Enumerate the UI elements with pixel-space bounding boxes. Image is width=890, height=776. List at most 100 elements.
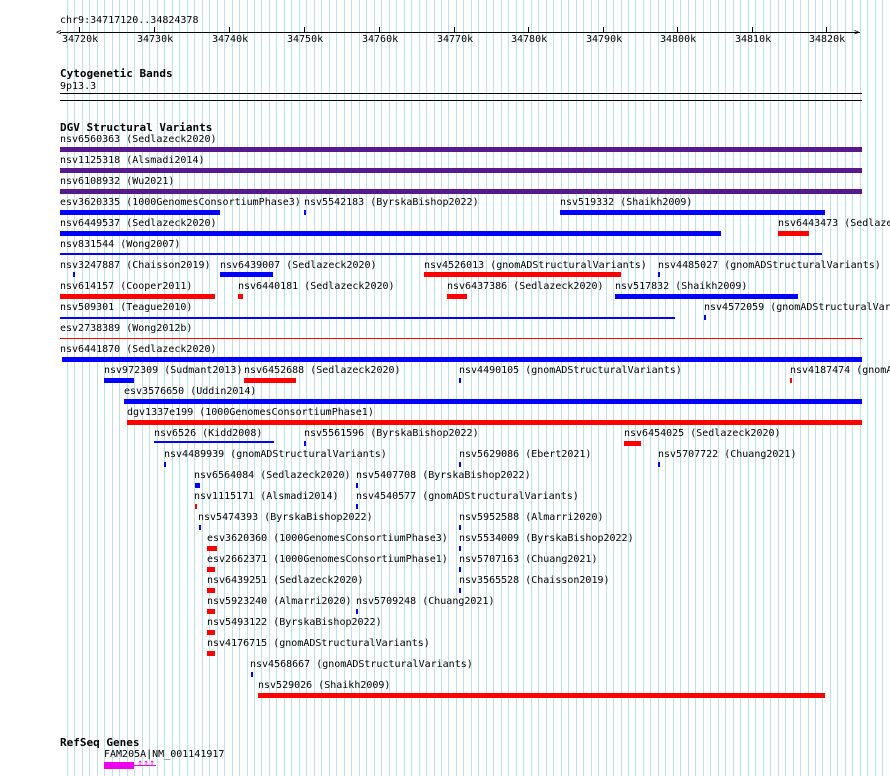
feature-label-nsv519332[interactable]: nsv519332 (Shaikh2009) bbox=[560, 197, 692, 208]
feature-bar-nsv4176715[interactable] bbox=[207, 651, 215, 656]
feature-label-nsv972309[interactable]: nsv972309 (Sudmant2013) bbox=[104, 365, 242, 376]
feature-label-nsv6449537[interactable]: nsv6449537 (Sedlazeck2020) bbox=[60, 218, 217, 229]
gene-label[interactable]: FAM205A|NM_001141917 bbox=[104, 749, 224, 760]
feature-label-nsv5474393[interactable]: nsv5474393 (ByrskaBishop2022) bbox=[198, 512, 373, 523]
feature-bar-nsv5407708[interactable] bbox=[356, 483, 358, 488]
feature-label-nsv6526[interactable]: nsv6526 (Kidd2008) bbox=[154, 428, 262, 439]
feature-bar-nsv5474393[interactable] bbox=[199, 525, 201, 530]
feature-label-nsv529026[interactable]: nsv529026 (Shaikh2009) bbox=[258, 680, 390, 691]
feature-bar-nsv5709248[interactable] bbox=[356, 609, 358, 614]
feature-bar-nsv3247887[interactable] bbox=[73, 272, 75, 277]
feature-bar-nsv6108932[interactable] bbox=[60, 189, 862, 194]
feature-label-nsv4489939[interactable]: nsv4489939 (gnomADStructuralVariants) bbox=[164, 449, 387, 460]
feature-bar-nsv529026[interactable] bbox=[258, 693, 825, 698]
feature-bar-nsv6443473[interactable] bbox=[778, 231, 809, 236]
feature-label-nsv6443473[interactable]: nsv6443473 (Sedlazeck2020) bbox=[778, 218, 890, 229]
feature-bar-esv3576650[interactable] bbox=[124, 399, 862, 404]
feature-label-nsv5561596[interactable]: nsv5561596 (ByrskaBishop2022) bbox=[304, 428, 479, 439]
feature-label-nsv5709248[interactable]: nsv5709248 (Chuang2021) bbox=[356, 596, 494, 607]
feature-label-esv2662371[interactable]: esv2662371 (1000GenomesConsortiumPhase1) bbox=[207, 554, 448, 565]
feature-bar-nsv6449537[interactable] bbox=[60, 231, 721, 236]
feature-bar-nsv5952588[interactable] bbox=[459, 525, 461, 530]
feature-label-nsv6441870[interactable]: nsv6441870 (Sedlazeck2020) bbox=[60, 344, 217, 355]
feature-bar-nsv6564084[interactable] bbox=[195, 483, 200, 488]
feature-label-nsv5407708[interactable]: nsv5407708 (ByrskaBishop2022) bbox=[356, 470, 531, 481]
feature-label-nsv6108932[interactable]: nsv6108932 (Wu2021) bbox=[60, 176, 174, 187]
feature-label-nsv5629086[interactable]: nsv5629086 (Ebert2021) bbox=[459, 449, 591, 460]
feature-label-nsv4176715[interactable]: nsv4176715 (gnomADStructuralVariants) bbox=[207, 638, 430, 649]
feature-bar-nsv509301[interactable] bbox=[60, 317, 675, 319]
feature-label-esv3620335[interactable]: esv3620335 (1000GenomesConsortiumPhase3) bbox=[60, 197, 301, 208]
feature-label-nsv4568667[interactable]: nsv4568667 (gnomADStructuralVariants) bbox=[250, 659, 473, 670]
feature-bar-nsv519332[interactable] bbox=[560, 210, 825, 215]
feature-label-nsv1115171[interactable]: nsv1115171 (Alsmadi2014) bbox=[194, 491, 339, 502]
feature-bar-nsv1115171[interactable] bbox=[195, 504, 197, 509]
feature-bar-nsv4489939[interactable] bbox=[164, 462, 166, 467]
feature-bar-nsv4187474[interactable] bbox=[790, 378, 792, 383]
feature-label-nsv6439251[interactable]: nsv6439251 (Sedlazeck2020) bbox=[207, 575, 364, 586]
feature-bar-nsv6560363[interactable] bbox=[60, 147, 862, 152]
feature-bar-nsv6440181[interactable] bbox=[238, 294, 243, 299]
ruler-right-arrow[interactable]: > bbox=[854, 28, 859, 39]
feature-label-nsv6452688[interactable]: nsv6452688 (Sedlazeck2020) bbox=[244, 365, 401, 376]
feature-bar-nsv5493122[interactable] bbox=[207, 630, 215, 635]
feature-bar-nsv5561596[interactable] bbox=[304, 441, 306, 446]
feature-label-nsv614157[interactable]: nsv614157 (Cooper2011) bbox=[60, 281, 192, 292]
feature-bar-nsv6526[interactable] bbox=[154, 441, 274, 443]
feature-label-nsv6437386[interactable]: nsv6437386 (Sedlazeck2020) bbox=[447, 281, 604, 292]
feature-bar-nsv3565528[interactable] bbox=[459, 588, 461, 593]
feature-bar-nsv831544[interactable] bbox=[60, 253, 822, 255]
feature-label-nsv6564084[interactable]: nsv6564084 (Sedlazeck2020) bbox=[194, 470, 351, 481]
feature-bar-nsv972309[interactable] bbox=[104, 378, 134, 383]
gene-exon[interactable] bbox=[104, 762, 134, 769]
feature-label-nsv4485027[interactable]: nsv4485027 (gnomADStructuralVariants) bbox=[658, 260, 881, 271]
feature-label-nsv4540577[interactable]: nsv4540577 (gnomADStructuralVariants) bbox=[356, 491, 579, 502]
feature-label-nsv517832[interactable]: nsv517832 (Shaikh2009) bbox=[615, 281, 747, 292]
ruler-left-arrow[interactable]: < bbox=[56, 28, 61, 39]
feature-label-nsv4187474[interactable]: nsv4187474 (gnomADStructuralVariants) bbox=[790, 365, 890, 376]
feature-label-nsv5534009[interactable]: nsv5534009 (ByrskaBishop2022) bbox=[459, 533, 634, 544]
feature-bar-nsv4568667[interactable] bbox=[251, 672, 253, 677]
feature-label-nsv4572059[interactable]: nsv4572059 (gnomADStructuralVariants) bbox=[704, 302, 890, 313]
feature-bar-nsv6452688[interactable] bbox=[244, 378, 296, 383]
feature-bar-esv2738389[interactable] bbox=[60, 338, 862, 339]
feature-bar-nsv1125318[interactable] bbox=[60, 168, 862, 173]
feature-label-dgv1337e199[interactable]: dgv1337e199 (1000GenomesConsortiumPhase1… bbox=[127, 407, 374, 418]
feature-label-nsv3247887[interactable]: nsv3247887 (Chaisson2019) bbox=[60, 260, 211, 271]
feature-label-nsv5923240[interactable]: nsv5923240 (Almarri2020) bbox=[207, 596, 352, 607]
feature-bar-nsv5707163[interactable] bbox=[459, 567, 461, 572]
feature-bar-nsv6439007[interactable] bbox=[220, 272, 273, 277]
feature-bar-esv3620335[interactable] bbox=[60, 210, 220, 215]
feature-label-esv3576650[interactable]: esv3576650 (Uddin2014) bbox=[124, 386, 256, 397]
feature-label-esv3620360[interactable]: esv3620360 (1000GenomesConsortiumPhase3) bbox=[207, 533, 448, 544]
feature-label-esv2738389[interactable]: esv2738389 (Wong2012b) bbox=[60, 323, 192, 334]
feature-bar-nsv6439251[interactable] bbox=[207, 588, 215, 593]
feature-bar-nsv5629086[interactable] bbox=[459, 462, 461, 467]
feature-label-nsv509301[interactable]: nsv509301 (Teague2010) bbox=[60, 302, 192, 313]
feature-label-nsv4490105[interactable]: nsv4490105 (gnomADStructuralVariants) bbox=[459, 365, 682, 376]
feature-label-nsv5952588[interactable]: nsv5952588 (Almarri2020) bbox=[459, 512, 604, 523]
feature-bar-nsv6441870[interactable] bbox=[62, 357, 862, 362]
feature-bar-nsv614157[interactable] bbox=[60, 294, 215, 299]
feature-bar-nsv4526013[interactable] bbox=[424, 272, 621, 277]
feature-label-nsv6454025[interactable]: nsv6454025 (Sedlazeck2020) bbox=[624, 428, 781, 439]
feature-label-nsv1125318[interactable]: nsv1125318 (Alsmadi2014) bbox=[60, 155, 205, 166]
feature-bar-dgv1337e199[interactable] bbox=[127, 420, 862, 425]
feature-bar-nsv6437386[interactable] bbox=[447, 294, 467, 299]
feature-bar-nsv6454025[interactable] bbox=[624, 441, 641, 446]
feature-bar-nsv5542183[interactable] bbox=[304, 210, 306, 215]
feature-bar-nsv4572059[interactable] bbox=[704, 315, 706, 320]
feature-label-nsv831544[interactable]: nsv831544 (Wong2007) bbox=[60, 239, 180, 250]
feature-label-nsv5493122[interactable]: nsv5493122 (ByrskaBishop2022) bbox=[207, 617, 382, 628]
feature-label-nsv6560363[interactable]: nsv6560363 (Sedlazeck2020) bbox=[60, 134, 217, 145]
feature-bar-nsv4540577[interactable] bbox=[356, 504, 358, 509]
feature-bar-esv3620360[interactable] bbox=[207, 546, 217, 551]
feature-bar-nsv5923240[interactable] bbox=[207, 609, 215, 614]
feature-label-nsv5542183[interactable]: nsv5542183 (ByrskaBishop2022) bbox=[304, 197, 479, 208]
feature-label-nsv3565528[interactable]: nsv3565528 (Chaisson2019) bbox=[459, 575, 610, 586]
feature-label-nsv5707722[interactable]: nsv5707722 (Chuang2021) bbox=[658, 449, 796, 460]
feature-label-nsv5707163[interactable]: nsv5707163 (Chuang2021) bbox=[459, 554, 597, 565]
feature-bar-nsv517832[interactable] bbox=[615, 294, 798, 299]
feature-label-nsv4526013[interactable]: nsv4526013 (gnomADStructuralVariants) bbox=[424, 260, 647, 271]
feature-label-nsv6439007[interactable]: nsv6439007 (Sedlazeck2020) bbox=[220, 260, 377, 271]
